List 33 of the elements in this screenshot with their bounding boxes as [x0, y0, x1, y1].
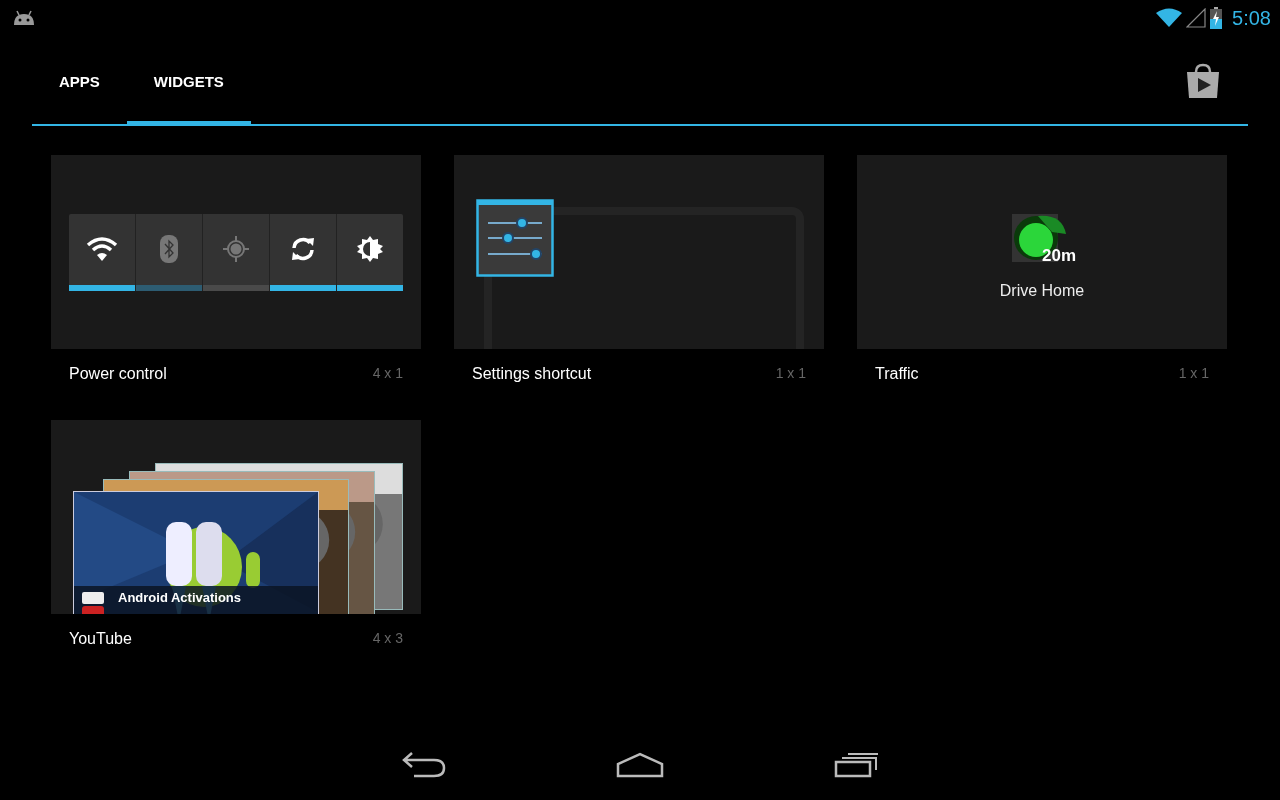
recent-apps-icon[interactable] [834, 752, 880, 778]
widget-preview[interactable]: Android Activations [51, 420, 421, 614]
location-target-icon [222, 235, 250, 263]
widget-preview[interactable] [454, 155, 824, 349]
tab[interactable]: APPS [32, 36, 127, 126]
destination-label: Drive Home [999, 282, 1085, 300]
video-title: Android Activations [118, 590, 242, 607]
sync-icon [289, 235, 317, 263]
widget-size: 1 x 1 [1178, 365, 1209, 383]
tab[interactable]: WIDGETS [126, 36, 251, 126]
video-logo-icon [80, 590, 106, 614]
widget-size: 4 x 3 [372, 630, 403, 648]
clock-time: 5:08 [1232, 6, 1271, 30]
widget-name: Settings shortcut [472, 365, 592, 383]
battery-charging-icon [1210, 7, 1223, 29]
cell-signal-icon [1186, 8, 1207, 28]
widget-name: Traffic [875, 365, 919, 383]
brightness-icon [356, 235, 384, 263]
wifi-signal-icon [1156, 8, 1183, 28]
back-icon[interactable] [400, 752, 446, 778]
bluetooth-icon [160, 235, 178, 263]
widget-size: 4 x 1 [372, 365, 403, 383]
home-icon[interactable] [616, 752, 664, 778]
widget-preview[interactable]: 20m Drive Home [857, 155, 1227, 349]
wifi-icon [86, 236, 118, 262]
widget-name: Power control [69, 365, 167, 383]
settings-sliders-icon [476, 199, 554, 277]
travel-time: 20m [1041, 246, 1076, 266]
widget-preview[interactable] [51, 155, 421, 349]
store-bag-icon[interactable] [1185, 63, 1221, 99]
android-notification-icon [12, 9, 36, 27]
widget-size: 1 x 1 [775, 365, 806, 383]
widget-name: YouTube [69, 630, 132, 648]
